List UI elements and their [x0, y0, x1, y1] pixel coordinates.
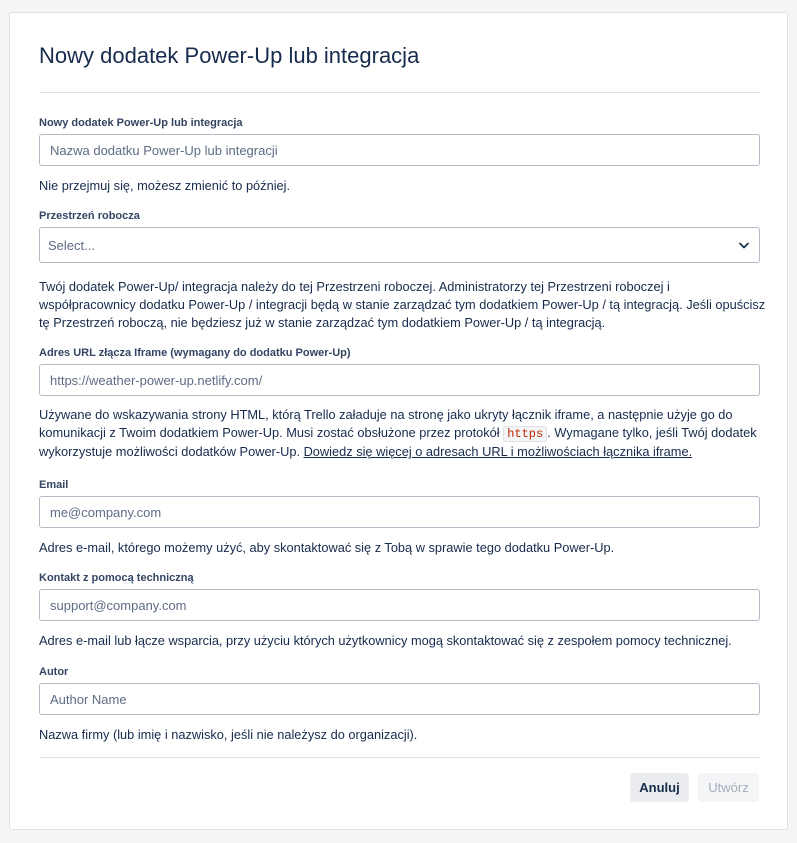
footer-divider	[39, 757, 760, 758]
iframe-url-help-text: Używane do wskazywania strony HTML, któr…	[39, 406, 767, 461]
header-divider	[39, 92, 760, 93]
email-label: Email	[39, 479, 69, 491]
author-label: Autor	[39, 666, 69, 678]
iframe-url-input[interactable]	[39, 364, 760, 396]
author-input[interactable]	[39, 683, 760, 715]
https-code-tag: https	[503, 426, 548, 442]
support-label: Kontakt z pomocą techniczną	[39, 572, 194, 584]
page-title: Nowy dodatek Power-Up lub integracja	[39, 43, 420, 68]
name-input[interactable]	[39, 134, 760, 166]
email-help-text: Adres e-mail, którego możemy użyć, aby s…	[39, 540, 615, 555]
name-label: Nowy dodatek Power-Up lub integracja	[39, 117, 243, 129]
new-power-up-dialog: Nowy dodatek Power-Up lub integracja Now…	[9, 12, 788, 830]
learn-more-iframe-link[interactable]: Dowiedz się więcej o adresach URL i możl…	[304, 444, 693, 459]
cancel-button[interactable]: Anuluj	[630, 773, 689, 802]
support-help-text: Adres e-mail lub łącze wsparcia, przy uż…	[39, 633, 732, 648]
workspace-help-text: Twój dodatek Power-Up/ integracja należy…	[39, 279, 766, 330]
create-button[interactable]: Utwórz	[698, 773, 759, 802]
name-help-text: Nie przejmuj się, możesz zmienić to późn…	[39, 178, 291, 193]
author-help-text: Nazwa firmy (lub imię i nazwisko, jeśli …	[39, 727, 418, 742]
support-input[interactable]	[39, 589, 760, 621]
workspace-select[interactable]: Select...	[39, 227, 760, 263]
chevron-down-icon	[737, 238, 751, 252]
workspace-label: Przestrzeń robocza	[39, 210, 140, 222]
workspace-select-value: Select...	[48, 237, 95, 253]
email-input[interactable]	[39, 496, 760, 528]
iframe-url-label: Adres URL złącza Iframe (wymagany do dod…	[39, 347, 351, 359]
